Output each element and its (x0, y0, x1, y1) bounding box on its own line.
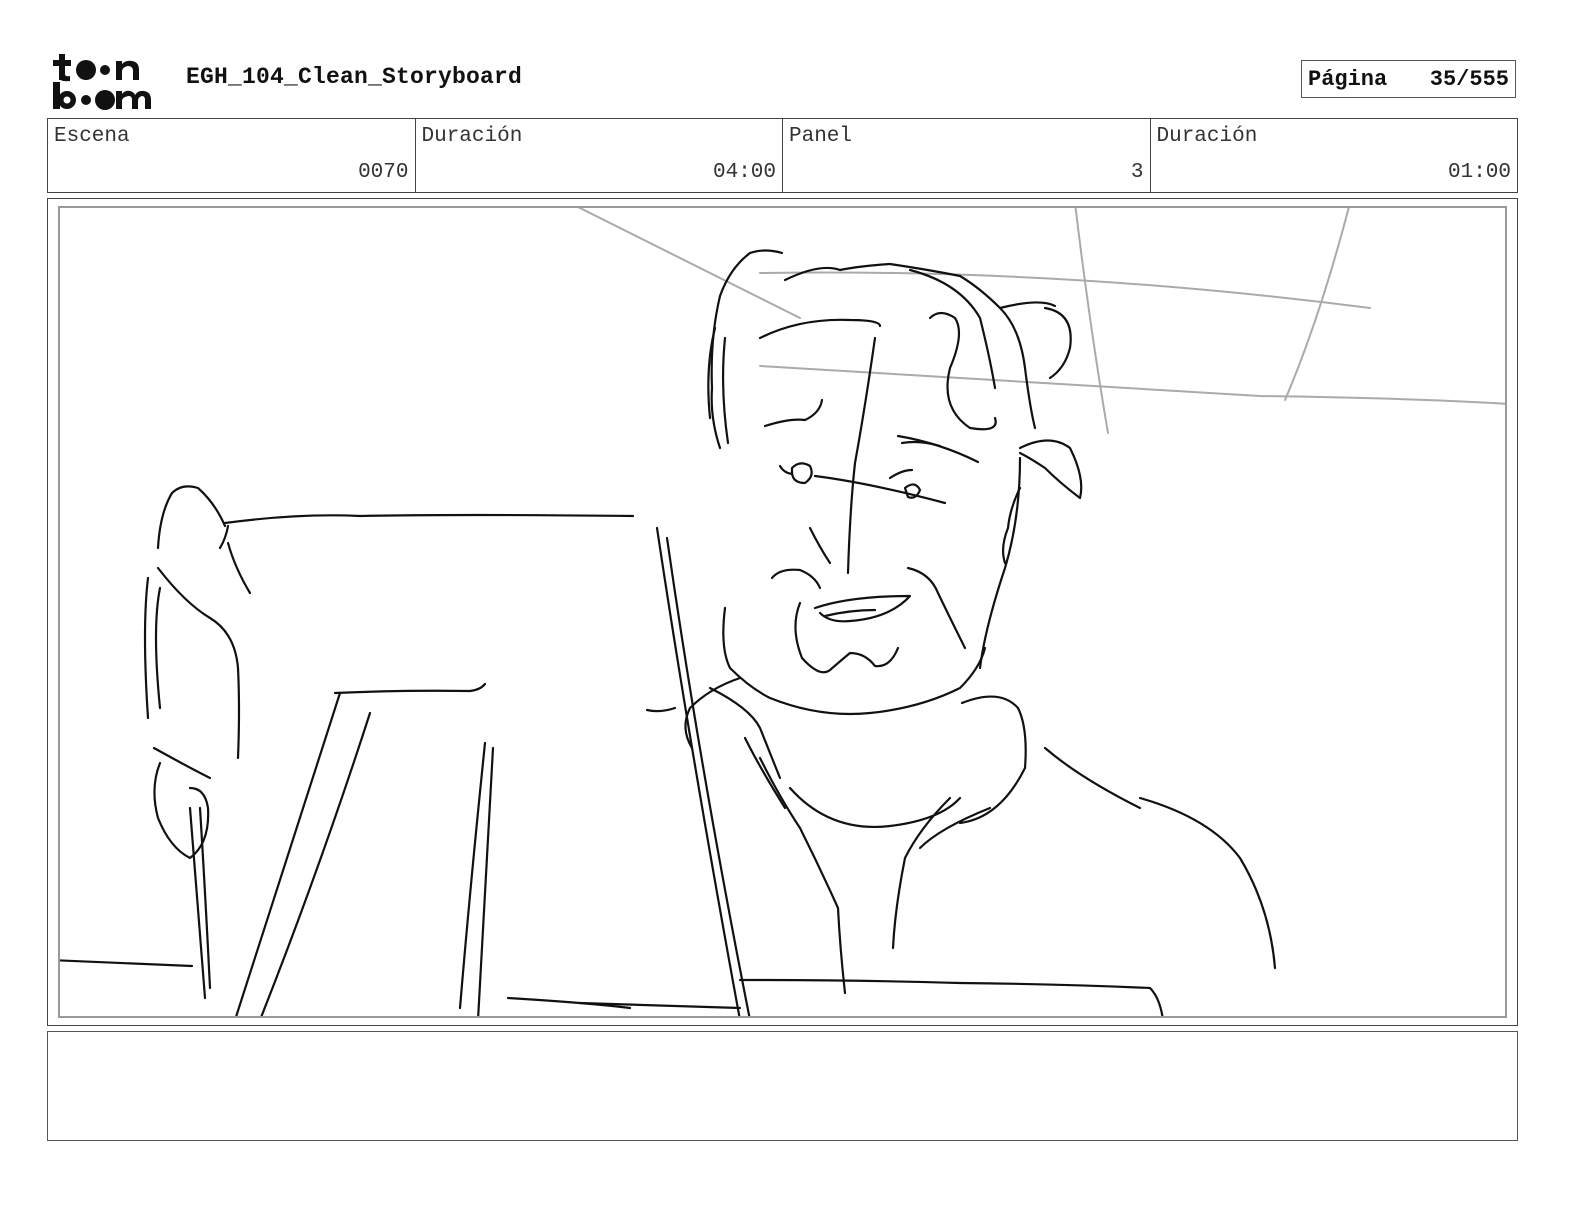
panel-drawing-area (58, 206, 1507, 1018)
panel-duration-value: 01:00 (1447, 161, 1511, 184)
storyboard-panel (47, 198, 1518, 1026)
page-label: Página (1308, 66, 1388, 92)
scene-label: Escena (54, 125, 130, 148)
document-title: EGH_104_Clean_Storyboard (186, 64, 523, 90)
page-indicator: Página 35/555 (1301, 60, 1516, 98)
panel-sketch-image (60, 208, 1505, 1016)
scene-duration-label: Duración (421, 125, 523, 148)
panel-value: 3 (1130, 161, 1144, 184)
panel-cell: Panel 3 (783, 119, 1151, 192)
scene-duration-value: 04:00 (712, 161, 776, 184)
panel-label: Panel (789, 125, 853, 148)
panel-duration-cell: Duración 01:00 (1151, 119, 1518, 192)
scene-value: 0070 (358, 161, 409, 184)
scene-info-row: Escena 0070 Duración 04:00 Panel 3 Durac… (47, 118, 1518, 193)
page-number: 35/555 (1429, 66, 1509, 92)
scene-duration-cell: Duración 04:00 (416, 119, 783, 192)
panel-notes-box (47, 1031, 1518, 1141)
toon-boom-logo (50, 50, 164, 112)
scene-cell: Escena 0070 (48, 119, 416, 192)
panel-duration-label: Duración (1156, 125, 1258, 148)
